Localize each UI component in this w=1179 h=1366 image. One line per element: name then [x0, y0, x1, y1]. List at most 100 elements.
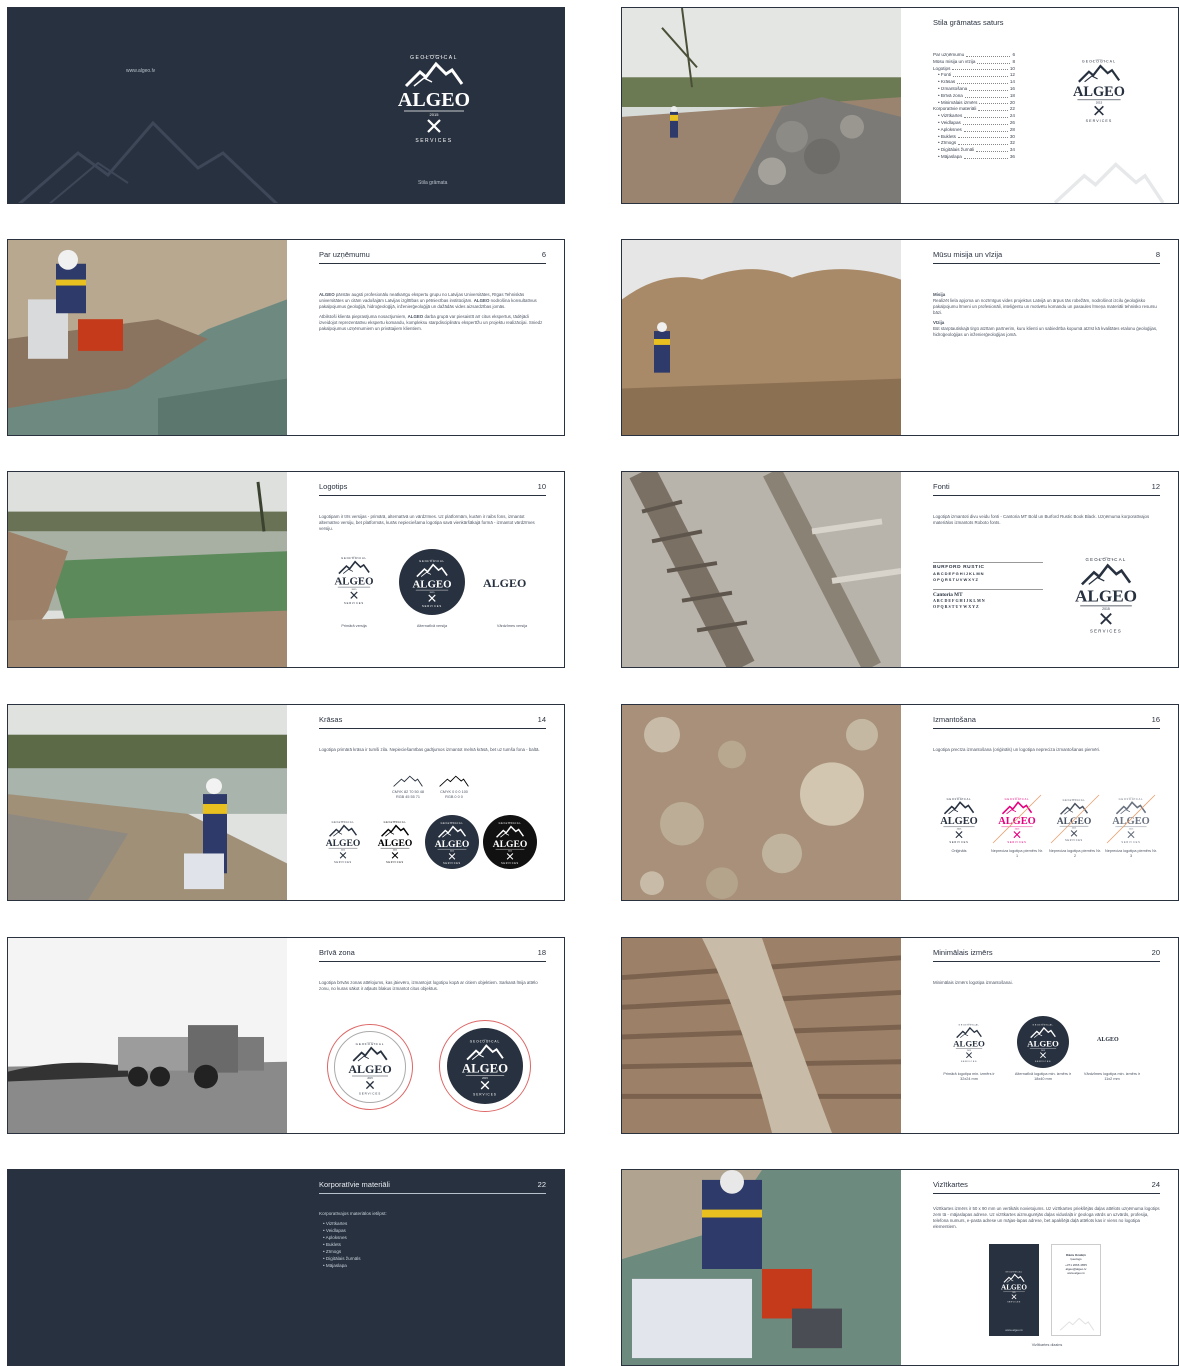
cards-spread: Vizītkartes 24 Vizītkartes izmērs ir 50 x… [621, 1169, 1179, 1366]
corporate-item[interactable]: • Zīmogs [323, 1248, 387, 1255]
card-front: www.algeo.lv [989, 1244, 1039, 1336]
toc-logo [1063, 53, 1135, 125]
toc-item[interactable]: Par uzņēmumu 6 [933, 52, 1015, 59]
mission-title: Mūsu misija un vīzija 8 [933, 250, 1160, 264]
corporate-spread: Korporatīvie materiāli 22 Korporatīvajos … [7, 1169, 565, 1366]
cover-subtitle: Stila grāmata [418, 180, 448, 186]
photo-tire-tracks [622, 472, 901, 667]
minsize-label-alt: Alternatīvā logotipa min. izmērs ir 18x4… [1014, 1072, 1072, 1081]
logo-white-on-navy [425, 815, 479, 869]
font-sample-2: Cantoria MT ABCDEFGHIJKLMN OPQRSTUVWXYZ [933, 589, 1043, 610]
logo-wordmark: ALGEO [483, 576, 527, 590]
corporate-item[interactable]: • Buklets [323, 1241, 387, 1248]
logo-alternative [405, 555, 459, 609]
corporate-item[interactable]: • Veidlapas [323, 1227, 387, 1234]
usage-text: Logotipa precīza izmantošana (oriģināls)… [933, 747, 1101, 752]
strike-line [992, 794, 1156, 844]
corporate-item[interactable]: • Aploksnes [323, 1234, 387, 1241]
corporate-title: Korporatīvie materiāli 22 [319, 1180, 546, 1194]
cover-url[interactable]: www.algeo.lv [126, 68, 155, 74]
corporate-item[interactable]: • Digitālais žurnāls [323, 1255, 387, 1262]
logo-title: Logotips 10 [319, 482, 546, 496]
mission-body: Misija Realizēt liela apjoma un nozīmīgu… [933, 292, 1158, 337]
photo-dump-truck [8, 938, 287, 1133]
toc-list: Par uzņēmumu 6 Mūsu misija un vīzija 8 Log… [933, 52, 1015, 161]
fonts-logo [1063, 550, 1149, 636]
logo-navy [319, 817, 367, 865]
fonts-spread: Fonti 12 Logotipā izmantoti divu veidu fo… [621, 471, 1179, 668]
card-front-url: www.algeo.lv [1005, 1328, 1023, 1332]
logo-spread: Logotips 10 Logotipam ir trīs versijas - … [7, 471, 565, 668]
logo-white-on-black [483, 815, 537, 869]
corporate-item[interactable]: • Vizītkartes [323, 1220, 387, 1227]
usage-title: Izmantošana 16 [933, 715, 1160, 729]
minsize-title: Minimālais izmērs 20 [933, 948, 1160, 962]
about-title: Par uzņēmumu 6 [319, 250, 546, 264]
colours-text: Logotipa primārā krāsa ir tumši zila. Ne… [319, 747, 540, 752]
minsize-alt-circle [1017, 1016, 1069, 1068]
minsize-text: Minimālais izmērs logotipa izmantošanai. [933, 980, 1013, 985]
cover-spread: www.algeo.lv Stila grāmata [7, 7, 565, 204]
usage-label-3: Nepreciza logotipa piemērs Nr. 3 [1105, 849, 1157, 858]
toc-item[interactable]: • Izmantošana 16 [933, 86, 1015, 93]
photo-stones [622, 705, 901, 900]
card-details: Dāvis Ozoliņš Ģeologs +371 2666 4655 alg… [1065, 1253, 1087, 1275]
card-back: Dāvis Ozoliņš Ģeologs +371 2666 4655 alg… [1051, 1244, 1101, 1336]
fonts-title: Fonti 12 [933, 482, 1160, 496]
clear-zone-alt [439, 1020, 531, 1112]
cards-caption: Vizītkartes dizains [1031, 1343, 1063, 1347]
usage-original-logo [933, 793, 985, 845]
logo-alt-circle [399, 549, 465, 615]
toc-item[interactable]: Logotips 10 [933, 66, 1015, 73]
cover-logo [384, 46, 484, 146]
colours-spread: Krāsas 14 Logotipa primārā krāsa ir tumši… [7, 704, 565, 901]
usage-label-1: Nepreciza logotipa piemērs Nr. 1 [991, 849, 1043, 858]
toc-item[interactable]: • Digitālais žurnāli 34 [933, 147, 1015, 154]
card-back-mountain [1058, 1317, 1096, 1331]
clear-zone-primary [327, 1024, 413, 1110]
toc-item[interactable]: • Zīmogs 32 [933, 140, 1015, 147]
photo-quarry-pond [8, 472, 287, 667]
logo-label-alt: Alternatīvā versija [416, 624, 448, 628]
photo-soil-pile [622, 240, 901, 435]
fonts-text: Logotipā izmantoti divu veidu fonti - Ca… [933, 514, 1150, 525]
toc-item[interactable]: • Aploksnes 28 [933, 127, 1015, 134]
toc-item[interactable]: • Krāsas 14 [933, 79, 1015, 86]
colours-title: Krāsas 14 [319, 715, 546, 729]
toc-item[interactable]: • Buklets 30 [933, 134, 1015, 141]
toc-item[interactable]: • Brīvā zona 18 [933, 93, 1015, 100]
about-body: ALGEO pārstāv augsti profesionālu neatka… [319, 292, 543, 331]
mountain-swatch-black [439, 775, 469, 787]
cards-title: Vizītkartes 24 [933, 1180, 1160, 1194]
minsize-primary-logo [947, 1020, 991, 1064]
photo-rocks-worker [622, 8, 901, 203]
usage-label-2: Nepreciza logotipa piemērs Nr. 2 [1049, 849, 1101, 858]
minsize-label-word: Vārdzīmes logotipa min. izmērs ir 11x2 m… [1083, 1072, 1141, 1081]
photo-worker-water [8, 240, 287, 435]
minsize-spread: Minimālais izmērs 20 Minimālais izmērs lo… [621, 937, 1179, 1134]
mission-spread: Mūsu misija un vīzija 8 Misija Realizēt l… [621, 239, 1179, 436]
toc-item[interactable]: • Mājaslapa 36 [933, 154, 1015, 161]
mountain-swatch-navy [393, 775, 423, 787]
minsize-label-primary: Primārā logotipa min. izmērs ir 32x24 mm [943, 1072, 995, 1081]
logo-text: Logotipam ir trīs versijas - primārā, al… [319, 514, 535, 531]
toc-item[interactable]: • Minimālais izmērs 20 [933, 100, 1015, 107]
toc-item[interactable]: Mūsu misija un vīzija 8 [933, 59, 1015, 66]
clear-title: Brīvā zona 18 [319, 948, 546, 962]
usage-spread: Izmantošana 16 Logotipa precīza izmantoša… [621, 704, 1179, 901]
card-front-logo [996, 1268, 1032, 1304]
usage-label-original: Oriģināls [951, 849, 967, 853]
clear-text: Logotipa brīvās zonas attēlojums, kas jā… [319, 980, 538, 991]
logo-primary [327, 552, 381, 606]
toc-item[interactable]: Korporatīvie materiāli 22 [933, 106, 1015, 113]
mountain-watermark [1041, 160, 1177, 204]
toc-item[interactable]: • Veidlapas 26 [933, 120, 1015, 127]
corporate-item[interactable]: • Mājaslapa [323, 1262, 387, 1269]
photo-worker-lake [8, 705, 287, 900]
mountain-watermark [18, 120, 278, 203]
toc-item[interactable]: • Fonti 12 [933, 72, 1015, 79]
toc-item[interactable]: • Vizītkartes 24 [933, 113, 1015, 120]
toc-title: Stila grāmatas saturs [933, 18, 1004, 27]
toc-spread: Stila grāmatas saturs Par uzņēmumu 6 Mūsu… [621, 7, 1179, 204]
logo-black [371, 817, 419, 865]
